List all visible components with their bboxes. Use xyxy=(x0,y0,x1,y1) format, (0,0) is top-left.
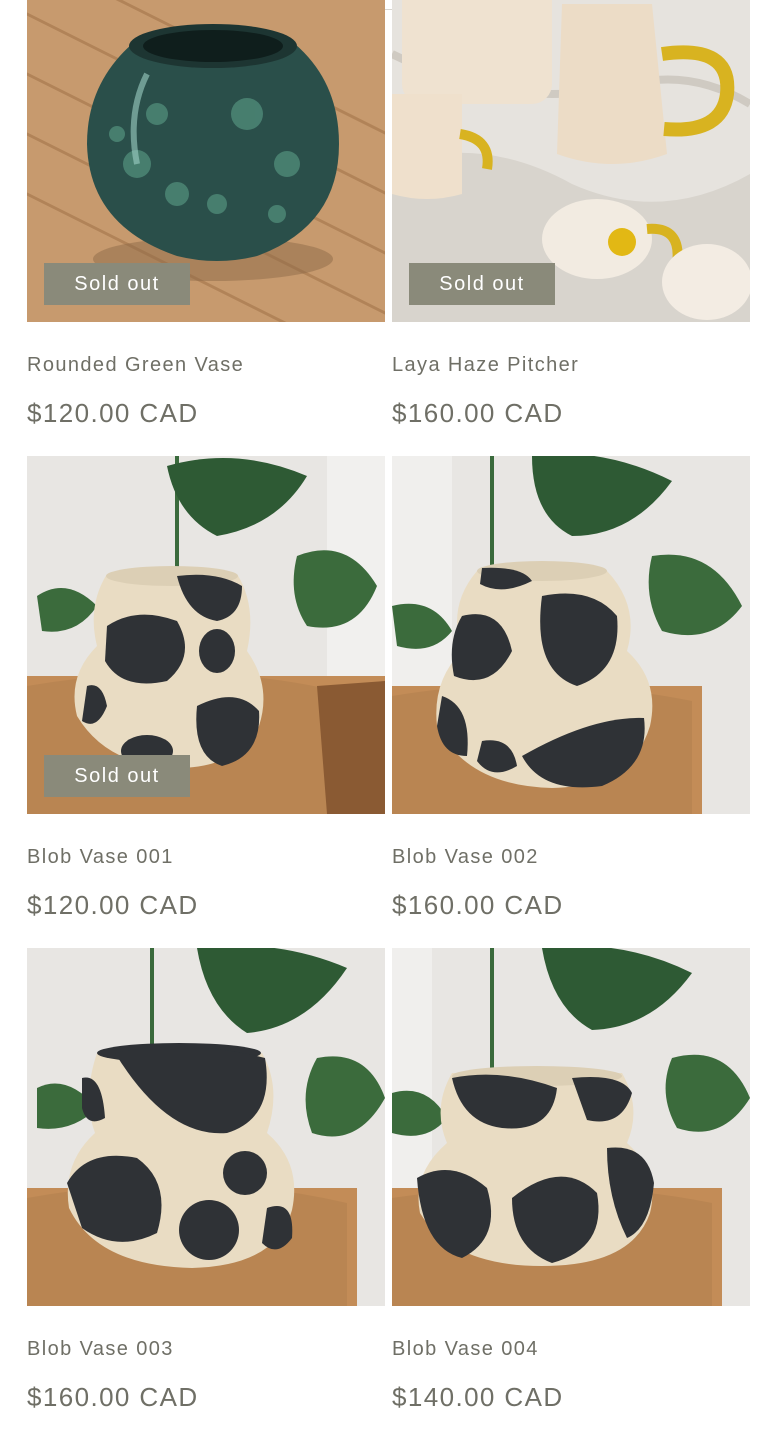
product-image[interactable]: Sold out xyxy=(27,456,385,814)
product-title[interactable]: Laya Haze Pitcher xyxy=(392,354,579,377)
sold-out-badge: Sold out xyxy=(44,263,190,305)
product-image[interactable]: Sold out xyxy=(27,0,385,322)
product-price: $160.00 CAD xyxy=(392,890,564,920)
product-title[interactable]: Blob Vase 002 xyxy=(392,846,539,869)
blob-vase-004-photo xyxy=(392,948,750,1306)
product-price: $140.00 CAD xyxy=(392,1382,564,1412)
product-price: $160.00 CAD xyxy=(392,398,564,428)
product-image[interactable] xyxy=(392,948,750,1306)
product-image[interactable] xyxy=(27,948,385,1306)
product-price: $120.00 CAD xyxy=(27,398,199,428)
product-price: $160.00 CAD xyxy=(27,1382,199,1412)
product-price: $120.00 CAD xyxy=(27,890,199,920)
blob-vase-002-photo xyxy=(392,456,750,814)
sold-out-badge: Sold out xyxy=(44,755,190,797)
product-title[interactable]: Blob Vase 004 xyxy=(392,1338,539,1361)
product-title[interactable]: Rounded Green Vase xyxy=(27,354,244,377)
sold-out-badge: Sold out xyxy=(409,263,555,305)
blob-vase-003-photo xyxy=(27,948,385,1306)
product-title[interactable]: Blob Vase 003 xyxy=(27,1338,174,1361)
product-title[interactable]: Blob Vase 001 xyxy=(27,846,174,869)
product-image[interactable] xyxy=(392,456,750,814)
product-image[interactable]: Sold out xyxy=(392,0,750,322)
